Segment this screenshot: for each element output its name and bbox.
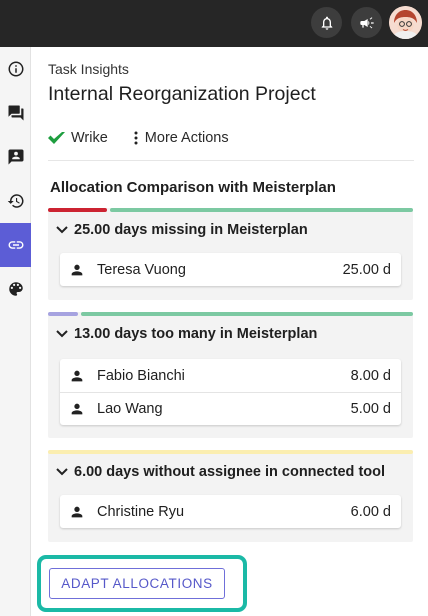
group-header-too-many[interactable]: 13.00 days too many in Meisterplan xyxy=(56,326,317,342)
info-icon xyxy=(8,61,23,77)
person-icon xyxy=(71,403,83,415)
history-icon xyxy=(7,194,24,208)
avatar-image xyxy=(389,6,422,39)
assignee-days: 8.00 d xyxy=(350,367,391,384)
assignee-days: 6.00 d xyxy=(350,503,391,520)
sidebar-item-contact[interactable] xyxy=(0,135,31,179)
person-icon xyxy=(71,506,83,517)
assignee-list: Christine Ryu 6.00 d xyxy=(60,495,401,528)
sidebar-item-chat[interactable] xyxy=(0,91,31,135)
sidebar-item-palette[interactable] xyxy=(0,267,31,311)
status-bar-purple xyxy=(48,312,78,316)
person-icon xyxy=(71,370,83,381)
assignee-list: Fabio Bianchi 8.00 d Lao Wang 5.00 d xyxy=(60,359,401,425)
megaphone-icon xyxy=(359,16,374,28)
top-bar xyxy=(0,0,428,47)
action-bar: Wrike More Actions xyxy=(48,127,229,149)
notifications-button[interactable] xyxy=(311,7,342,38)
main-panel: Task Insights Internal Reorganization Pr… xyxy=(32,47,428,616)
divider xyxy=(48,160,414,161)
status-bar-red xyxy=(48,208,107,212)
status-bar-green xyxy=(81,312,413,316)
wrike-label: Wrike xyxy=(71,130,108,146)
group-title: 6.00 days without assignee in connected … xyxy=(74,464,386,480)
status-bar-green xyxy=(110,208,413,212)
assignee-row[interactable]: Teresa Vuong 25.00 d xyxy=(60,253,401,286)
wrike-link[interactable]: Wrike xyxy=(48,130,108,146)
avatar[interactable] xyxy=(389,6,422,39)
chevron-down-icon xyxy=(56,468,68,476)
assignee-name: Teresa Vuong xyxy=(97,261,186,278)
more-actions-label: More Actions xyxy=(144,130,229,146)
allocation-group-no-assignee: 6.00 days without assignee in connected … xyxy=(48,450,413,542)
sidebar-item-info[interactable] xyxy=(0,47,31,91)
wrike-check-icon xyxy=(48,132,65,144)
bell-icon xyxy=(321,16,332,30)
page-subtitle: Task Insights xyxy=(48,61,129,77)
sidebar xyxy=(0,47,31,616)
person-icon xyxy=(71,264,83,275)
link-icon xyxy=(8,241,23,249)
assignee-days: 5.00 d xyxy=(350,401,391,417)
chevron-down-icon xyxy=(56,330,68,338)
status-bar-yellow xyxy=(48,450,413,454)
assignee-row[interactable]: Fabio Bianchi 8.00 d xyxy=(60,359,401,392)
assignee-row[interactable]: Christine Ryu 6.00 d xyxy=(60,495,401,528)
allocation-group-missing: 25.00 days missing in Meisterplan Teresa… xyxy=(48,208,413,300)
more-vert-icon xyxy=(134,131,138,145)
assignee-list: Teresa Vuong 25.00 d xyxy=(60,253,401,286)
group-header-missing[interactable]: 25.00 days missing in Meisterplan xyxy=(56,222,308,238)
assignee-row[interactable]: Lao Wang 5.00 d xyxy=(60,392,401,425)
chat-icon xyxy=(8,105,23,121)
contact-card-icon xyxy=(8,149,23,165)
assignee-name: Christine Ryu xyxy=(97,503,185,520)
group-title: 13.00 days too many in Meisterplan xyxy=(74,326,318,342)
sidebar-item-history[interactable] xyxy=(0,179,31,223)
adapt-allocations-button[interactable]: ADAPT ALLOCATIONS xyxy=(49,568,225,599)
allocation-group-too-many: 13.00 days too many in Meisterplan Fabio… xyxy=(48,312,413,438)
more-actions-button[interactable]: More Actions xyxy=(134,130,229,146)
assignee-name: Fabio Bianchi xyxy=(97,367,185,384)
assignee-days: 25.00 d xyxy=(342,261,391,278)
announcements-button[interactable] xyxy=(351,7,382,38)
section-title: Allocation Comparison with Meisterplan xyxy=(50,179,336,196)
chevron-down-icon xyxy=(56,226,68,234)
page-title: Internal Reorganization Project xyxy=(48,83,316,105)
palette-icon xyxy=(8,282,23,296)
assignee-name: Lao Wang xyxy=(97,401,163,417)
group-title: 25.00 days missing in Meisterplan xyxy=(74,222,308,238)
group-header-no-assignee[interactable]: 6.00 days without assignee in connected … xyxy=(56,464,385,480)
sidebar-item-link[interactable] xyxy=(0,223,31,267)
